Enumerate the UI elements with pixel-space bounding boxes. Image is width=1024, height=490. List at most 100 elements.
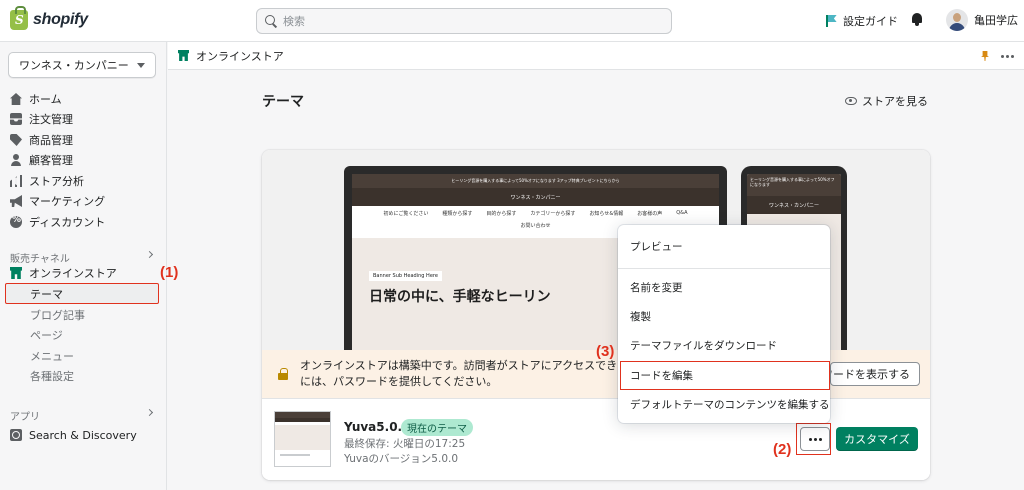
- preview-mobile-banner: ヒーリング音源を購入する事によって50%オフになります: [747, 174, 841, 196]
- chevron-right-icon: [145, 408, 154, 417]
- preview-nav-item: 初めにご覧ください: [383, 211, 429, 217]
- sidebar-item-label: ストア分析: [29, 175, 84, 188]
- annotation-label-3: (3): [596, 343, 615, 360]
- sidebar: ワンネス・カンパニー ホーム 注文管理 商品管理 顧客管理 ストア分析 マーケテ…: [0, 42, 167, 490]
- preview-nav-item: Q&A: [676, 210, 688, 216]
- setup-guide-label: 設定ガイド: [843, 15, 898, 28]
- search-bar[interactable]: 検索: [256, 8, 672, 34]
- sidebar-item-menus[interactable]: メニュー: [30, 348, 74, 364]
- sidebar-item-label: オンラインストア: [29, 267, 117, 280]
- notice-line: オンラインストアは構築中です。訪問者がストアにアクセスできるよう: [300, 359, 640, 372]
- search-input[interactable]: 検索: [283, 13, 305, 29]
- theme-version: Yuvaのバージョン5.0.0: [344, 453, 459, 465]
- menu-divider: [618, 268, 830, 269]
- sidebar-item-blog-posts[interactable]: ブログ記事: [30, 307, 85, 323]
- sidebar-item-online-store[interactable]: オンラインストア: [10, 264, 117, 282]
- store-name: ワンネス・カンパニー: [19, 59, 129, 72]
- preview-banner-text: ヒーリング音源を購入する事によって50%オフになります 3アップ特典プレゼントに…: [451, 178, 620, 183]
- sidebar-item-marketing[interactable]: マーケティング: [10, 192, 105, 210]
- avatar: [946, 9, 968, 31]
- store-icon: [10, 267, 22, 279]
- annotation-box-3: [620, 361, 830, 390]
- annotation-label-2: (2): [773, 441, 792, 458]
- customize-button[interactable]: カスタマイズ: [836, 427, 918, 451]
- lock-icon: [278, 368, 288, 380]
- sidebar-item-themes[interactable]: テーマ: [30, 286, 63, 302]
- pin-icon[interactable]: [981, 51, 989, 61]
- user-name: 亀田学広: [974, 14, 1018, 27]
- search-discovery-icon: [10, 429, 22, 441]
- last-saved: 最終保存: 火曜日の17:25: [344, 438, 466, 450]
- theme-actions-menu: プレビュー 名前を変更 複製 テーマファイルをダウンロード コードを編集 デフォ…: [618, 225, 830, 423]
- search-icon: [265, 15, 277, 27]
- sidebar-item-products[interactable]: 商品管理: [10, 131, 73, 149]
- preview-header: ワンネス・カンパニー: [352, 188, 719, 206]
- shopify-logo[interactable]: shopify: [10, 6, 88, 30]
- menu-item-rename[interactable]: 名前を変更: [630, 280, 683, 295]
- sidebar-item-label: マーケティング: [29, 195, 106, 208]
- sidebar-item-search-discovery[interactable]: Search & Discovery: [10, 426, 137, 444]
- sales-channels-header[interactable]: 販売チャネル: [10, 250, 156, 265]
- sidebar-item-customers[interactable]: 顧客管理: [10, 151, 73, 169]
- store-selector[interactable]: ワンネス・カンパニー: [8, 52, 156, 78]
- sidebar-item-analytics[interactable]: ストア分析: [10, 172, 84, 190]
- sidebar-item-orders[interactable]: 注文管理: [10, 110, 73, 128]
- menu-item-download[interactable]: テーマファイルをダウンロード: [630, 338, 777, 353]
- preview-hero-sub: Banner Sub Heading Here: [369, 271, 442, 281]
- person-icon: [10, 154, 22, 166]
- home-icon: [10, 93, 22, 105]
- annotation-box-2: [796, 423, 831, 455]
- sidebar-item-label: 注文管理: [29, 113, 73, 126]
- flag-icon: [826, 15, 837, 27]
- sidebar-item-label: 商品管理: [29, 134, 73, 147]
- page-bar-title: オンラインストア: [196, 49, 284, 63]
- sidebar-item-label: 顧客管理: [29, 154, 73, 167]
- theme-thumbnail: [274, 411, 331, 467]
- chevron-right-icon: [145, 250, 154, 259]
- eye-icon: [845, 97, 857, 105]
- page-breadcrumb-bar: オンラインストア: [168, 42, 1024, 70]
- show-password-button[interactable]: ワードを表示する: [830, 362, 920, 386]
- menu-item-preview[interactable]: プレビュー: [630, 239, 683, 254]
- menu-item-edit-default-content[interactable]: デフォルトテーマのコンテンツを編集する: [630, 397, 830, 412]
- preview-nav-item: カテゴリーから探す: [530, 211, 576, 217]
- sidebar-item-label: ホーム: [29, 93, 62, 106]
- sidebar-item-label: ディスカウント: [29, 216, 106, 229]
- preview-nav-item: お問い合わせ: [520, 223, 551, 229]
- preview-mobile-header: ワンネス・カンパニー: [747, 196, 841, 214]
- apps-header[interactable]: アプリ: [10, 408, 156, 423]
- sidebar-item-preferences[interactable]: 各種設定: [30, 368, 74, 384]
- user-menu[interactable]: 亀田学広: [946, 9, 1018, 31]
- notification-bell-icon[interactable]: [911, 13, 923, 26]
- view-store-link[interactable]: ストアを見る: [845, 93, 928, 109]
- sidebar-item-label: Search & Discovery: [29, 428, 137, 442]
- view-store-label: ストアを見る: [862, 95, 928, 108]
- notice-line: には、パスワードを提供してください。: [300, 375, 498, 388]
- page-title: テーマ: [262, 94, 304, 110]
- brand-name: shopify: [33, 11, 88, 28]
- annotation-box-1: [5, 283, 159, 304]
- menu-item-duplicate[interactable]: 複製: [630, 309, 651, 324]
- tag-icon: [10, 134, 22, 146]
- megaphone-icon: [10, 195, 22, 207]
- sidebar-item-discounts[interactable]: ディスカウント: [10, 213, 105, 231]
- annotation-label-1: (1): [160, 264, 179, 281]
- bar-chart-icon: [10, 175, 22, 187]
- preview-nav-item: お知らせ&情報: [589, 211, 624, 217]
- section-label: アプリ: [10, 412, 40, 423]
- preview-nav-item: 目的から探す: [486, 211, 517, 217]
- top-bar: shopify 検索 設定ガイド 亀田学広: [0, 0, 1024, 42]
- preview-hero-title: 日常の中に、手軽なヒーリン: [369, 289, 551, 305]
- preview-nav-item: お客様の声: [637, 211, 663, 217]
- setup-guide-link[interactable]: 設定ガイド: [826, 13, 898, 29]
- store-icon: [178, 50, 189, 61]
- status-badge: 現在のテーマ: [401, 419, 473, 436]
- notice-text: オンラインストアは構築中です。訪問者がストアにアクセスできるよう には、パスワー…: [300, 358, 640, 390]
- preview-announcement-bar: ヒーリング音源を購入する事によって50%オフになります 3アップ特典プレゼントに…: [352, 174, 719, 188]
- section-label: 販売チャネル: [10, 254, 70, 265]
- more-options-icon[interactable]: [1001, 55, 1014, 58]
- sidebar-item-home[interactable]: ホーム: [10, 90, 62, 108]
- sidebar-item-pages[interactable]: ページ: [30, 327, 63, 343]
- caret-down-icon: [137, 63, 145, 68]
- orders-icon: [10, 113, 22, 125]
